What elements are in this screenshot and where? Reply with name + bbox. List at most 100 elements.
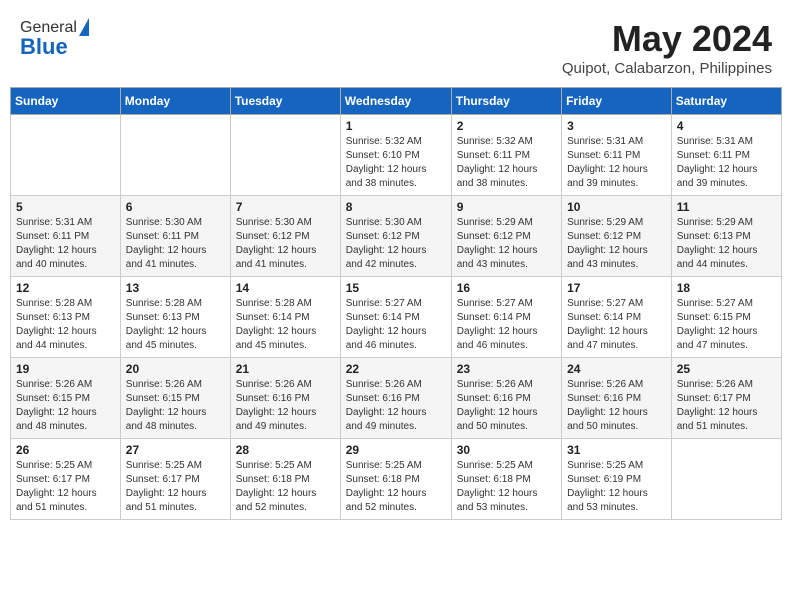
day-info: Sunrise: 5:25 AM Sunset: 6:19 PM Dayligh… — [567, 459, 666, 515]
col-header-thursday: Thursday — [451, 88, 561, 115]
day-info: Sunrise: 5:32 AM Sunset: 6:11 PM Dayligh… — [457, 135, 556, 191]
calendar-day-1: 1 Sunrise: 5:32 AM Sunset: 6:10 PM Daylig… — [340, 115, 451, 196]
day-info: Sunrise: 5:28 AM Sunset: 6:13 PM Dayligh… — [126, 297, 225, 353]
day-info: Sunrise: 5:30 AM Sunset: 6:12 PM Dayligh… — [346, 216, 446, 272]
calendar-day-15: 15Sunrise: 5:27 AM Sunset: 6:14 PM Dayli… — [340, 277, 451, 358]
page-title: May 2024 — [562, 18, 772, 60]
calendar-day-16: 16 Sunrise: 5:27 AM Sunset: 6:14 PM Dayli… — [451, 277, 561, 358]
day-number: 1 — [346, 119, 446, 133]
calendar-week-row: 5Sunrise: 5:31 AM Sunset: 6:11 PM Daylig… — [11, 196, 782, 277]
day-number: 20 — [126, 362, 225, 376]
logo-triangle-icon — [79, 18, 89, 36]
logo-blue-text: Blue — [20, 34, 89, 60]
calendar-day-21: 21 Sunrise: 5:26 AM Sunset: 6:16 PM Dayli… — [230, 358, 340, 439]
calendar-day-3: 3 Sunrise: 5:31 AM Sunset: 6:11 PM Daylig… — [562, 115, 672, 196]
day-number: 3 — [567, 119, 666, 133]
day-info: Sunrise: 5:26 AM Sunset: 6:16 PM Dayligh… — [567, 378, 666, 434]
day-info: Sunrise: 5:32 AM Sunset: 6:10 PM Dayligh… — [346, 135, 446, 191]
day-info: Sunrise: 5:26 AM Sunset: 6:16 PM Dayligh… — [457, 378, 556, 434]
day-info: Sunrise: 5:28 AM Sunset: 6:14 PM Dayligh… — [236, 297, 335, 353]
day-info: Sunrise: 5:26 AM Sunset: 6:15 PM Dayligh… — [16, 378, 115, 434]
calendar-day-9: 9Sunrise: 5:29 AM Sunset: 6:12 PM Daylig… — [451, 196, 561, 277]
day-number: 25 — [677, 362, 776, 376]
day-number: 10 — [567, 200, 666, 214]
calendar-empty-cell — [671, 439, 781, 520]
day-info: Sunrise: 5:26 AM Sunset: 6:16 PM Dayligh… — [236, 378, 335, 434]
calendar-day-31: 31 Sunrise: 5:25 AM Sunset: 6:19 PM Dayli… — [562, 439, 672, 520]
calendar-day-27: 27Sunrise: 5:25 AM Sunset: 6:17 PM Dayli… — [120, 439, 230, 520]
day-info: Sunrise: 5:27 AM Sunset: 6:14 PM Dayligh… — [567, 297, 666, 353]
col-header-monday: Monday — [120, 88, 230, 115]
day-number: 9 — [457, 200, 556, 214]
day-info: Sunrise: 5:25 AM Sunset: 6:18 PM Dayligh… — [457, 459, 556, 515]
calendar-day-30: 30 Sunrise: 5:25 AM Sunset: 6:18 PM Dayli… — [451, 439, 561, 520]
day-info: Sunrise: 5:25 AM Sunset: 6:18 PM Dayligh… — [346, 459, 446, 515]
day-number: 8 — [346, 200, 446, 214]
day-info: Sunrise: 5:25 AM Sunset: 6:17 PM Dayligh… — [126, 459, 225, 515]
calendar-day-26: 26Sunrise: 5:25 AM Sunset: 6:17 PM Dayli… — [11, 439, 121, 520]
calendar-day-20: 20 Sunrise: 5:26 AM Sunset: 6:15 PM Dayli… — [120, 358, 230, 439]
calendar-empty-cell — [11, 115, 121, 196]
calendar-week-row: 12 Sunrise: 5:28 AM Sunset: 6:13 PM Dayli… — [11, 277, 782, 358]
calendar-empty-cell — [120, 115, 230, 196]
day-number: 6 — [126, 200, 225, 214]
calendar-day-8: 8 Sunrise: 5:30 AM Sunset: 6:12 PM Daylig… — [340, 196, 451, 277]
calendar-day-5: 5Sunrise: 5:31 AM Sunset: 6:11 PM Daylig… — [11, 196, 121, 277]
day-number: 17 — [567, 281, 666, 295]
calendar-day-12: 12 Sunrise: 5:28 AM Sunset: 6:13 PM Dayli… — [11, 277, 121, 358]
day-info: Sunrise: 5:25 AM Sunset: 6:18 PM Dayligh… — [236, 459, 335, 515]
calendar-day-10: 10 Sunrise: 5:29 AM Sunset: 6:12 PM Dayli… — [562, 196, 672, 277]
calendar-day-22: 22 Sunrise: 5:26 AM Sunset: 6:16 PM Dayli… — [340, 358, 451, 439]
day-info: Sunrise: 5:31 AM Sunset: 6:11 PM Dayligh… — [567, 135, 666, 191]
calendar-day-24: 24 Sunrise: 5:26 AM Sunset: 6:16 PM Dayli… — [562, 358, 672, 439]
calendar-day-4: 4 Sunrise: 5:31 AM Sunset: 6:11 PM Daylig… — [671, 115, 781, 196]
calendar-day-17: 17 Sunrise: 5:27 AM Sunset: 6:14 PM Dayli… — [562, 277, 672, 358]
day-number: 19 — [16, 362, 115, 376]
col-header-tuesday: Tuesday — [230, 88, 340, 115]
calendar-day-25: 25 Sunrise: 5:26 AM Sunset: 6:17 PM Dayli… — [671, 358, 781, 439]
calendar-table: SundayMondayTuesdayWednesdayThursdayFrid… — [10, 87, 782, 520]
day-info: Sunrise: 5:29 AM Sunset: 6:12 PM Dayligh… — [567, 216, 666, 272]
day-info: Sunrise: 5:31 AM Sunset: 6:11 PM Dayligh… — [677, 135, 776, 191]
calendar-day-29: 29 Sunrise: 5:25 AM Sunset: 6:18 PM Dayli… — [340, 439, 451, 520]
day-info: Sunrise: 5:30 AM Sunset: 6:11 PM Dayligh… — [126, 216, 225, 272]
day-number: 30 — [457, 443, 556, 457]
calendar-day-7: 7Sunrise: 5:30 AM Sunset: 6:12 PM Daylig… — [230, 196, 340, 277]
day-info: Sunrise: 5:27 AM Sunset: 6:14 PM Dayligh… — [346, 297, 446, 353]
col-header-friday: Friday — [562, 88, 672, 115]
title-block: May 2024 Quipot, Calabarzon, Philippines — [562, 18, 772, 77]
day-number: 11 — [677, 200, 776, 214]
calendar-day-19: 19 Sunrise: 5:26 AM Sunset: 6:15 PM Dayli… — [11, 358, 121, 439]
calendar-day-28: 28 Sunrise: 5:25 AM Sunset: 6:18 PM Dayli… — [230, 439, 340, 520]
day-number: 31 — [567, 443, 666, 457]
day-info: Sunrise: 5:28 AM Sunset: 6:13 PM Dayligh… — [16, 297, 115, 353]
header: General Blue May 2024 Quipot, Calabarzon… — [10, 10, 782, 81]
day-info: Sunrise: 5:26 AM Sunset: 6:17 PM Dayligh… — [677, 378, 776, 434]
day-info: Sunrise: 5:26 AM Sunset: 6:15 PM Dayligh… — [126, 378, 225, 434]
calendar-header-row: SundayMondayTuesdayWednesdayThursdayFrid… — [11, 88, 782, 115]
day-number: 14 — [236, 281, 335, 295]
day-number: 28 — [236, 443, 335, 457]
day-number: 24 — [567, 362, 666, 376]
day-info: Sunrise: 5:26 AM Sunset: 6:16 PM Dayligh… — [346, 378, 446, 434]
page-subtitle: Quipot, Calabarzon, Philippines — [562, 60, 772, 77]
calendar-week-row: 19 Sunrise: 5:26 AM Sunset: 6:15 PM Dayli… — [11, 358, 782, 439]
calendar-day-11: 11 Sunrise: 5:29 AM Sunset: 6:13 PM Dayli… — [671, 196, 781, 277]
day-number: 12 — [16, 281, 115, 295]
calendar-day-6: 6 Sunrise: 5:30 AM Sunset: 6:11 PM Daylig… — [120, 196, 230, 277]
day-number: 4 — [677, 119, 776, 133]
day-number: 22 — [346, 362, 446, 376]
day-number: 13 — [126, 281, 225, 295]
day-number: 5 — [16, 200, 115, 214]
day-number: 7 — [236, 200, 335, 214]
day-number: 16 — [457, 281, 556, 295]
calendar-week-row: 1 Sunrise: 5:32 AM Sunset: 6:10 PM Daylig… — [11, 115, 782, 196]
day-number: 29 — [346, 443, 446, 457]
logo: General Blue — [20, 18, 89, 60]
day-number: 21 — [236, 362, 335, 376]
day-number: 23 — [457, 362, 556, 376]
day-info: Sunrise: 5:27 AM Sunset: 6:14 PM Dayligh… — [457, 297, 556, 353]
day-info: Sunrise: 5:27 AM Sunset: 6:15 PM Dayligh… — [677, 297, 776, 353]
day-info: Sunrise: 5:29 AM Sunset: 6:13 PM Dayligh… — [677, 216, 776, 272]
calendar-empty-cell — [230, 115, 340, 196]
